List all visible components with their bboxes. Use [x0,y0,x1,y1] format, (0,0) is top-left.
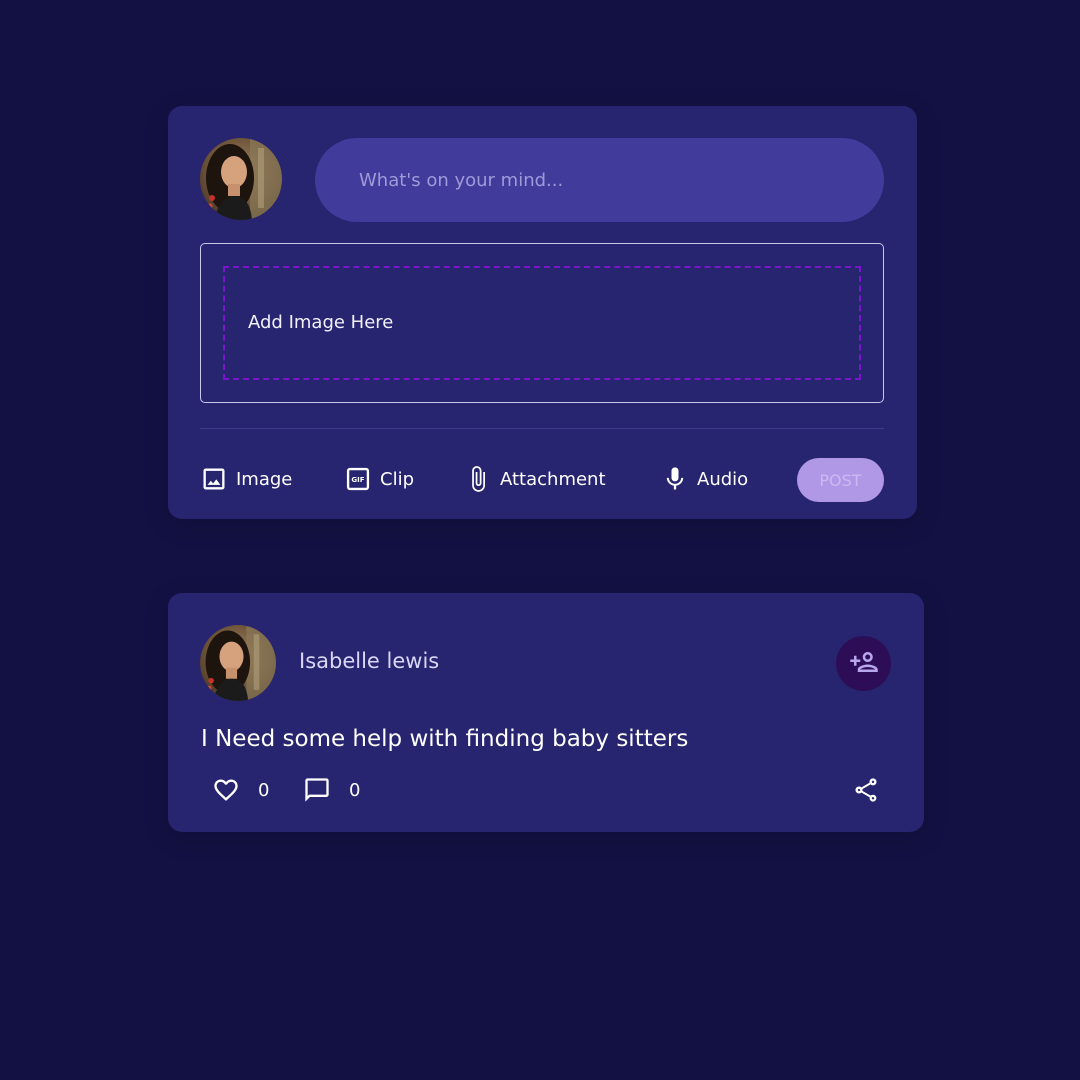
author-avatar[interactable] [200,625,276,701]
post-card: Isabelle lewis I Need some help with fin… [168,593,924,832]
dropzone-label: Add Image Here [248,312,394,333]
paperclip-icon [464,465,492,493]
image-tool-label: Image [236,468,293,490]
heart-outline-icon [212,776,240,804]
avatar-photo [200,138,282,220]
comment-icon [303,776,331,804]
gif-icon: GIF [344,465,372,493]
avatar-photo [200,625,276,701]
dropzone-dashed-border: Add Image Here [223,266,861,380]
follow-button[interactable] [836,636,891,691]
audio-tool-label: Audio [697,468,749,490]
comment-count: 0 [349,779,361,801]
share-icon [852,778,880,807]
post-body-text: I Need some help with finding baby sitte… [201,726,689,752]
like-count: 0 [258,779,270,801]
add-person-icon [849,647,879,680]
svg-text:GIF: GIF [351,476,364,484]
audio-tool-button[interactable]: Audio [661,457,748,501]
comment-button[interactable]: 0 [303,773,360,807]
image-tool-button[interactable]: Image [200,457,292,501]
microphone-icon [661,465,689,493]
attachment-tool-button[interactable]: Attachment [464,457,606,501]
clip-tool-label: Clip [380,468,414,490]
post-composer-card: Add Image Here Image GIF Clip Attachment… [168,106,917,519]
image-dropzone[interactable]: Add Image Here [200,243,884,403]
avatar [200,138,282,220]
author-name[interactable]: Isabelle lewis [299,649,439,673]
image-icon [200,465,228,493]
attachment-tool-label: Attachment [500,468,606,490]
like-button[interactable]: 0 [212,773,269,807]
divider [200,428,884,429]
whats-on-your-mind-input[interactable] [315,138,884,222]
share-button[interactable] [852,776,880,804]
clip-tool-button[interactable]: GIF Clip [344,457,414,501]
post-button[interactable]: POST [797,458,884,502]
